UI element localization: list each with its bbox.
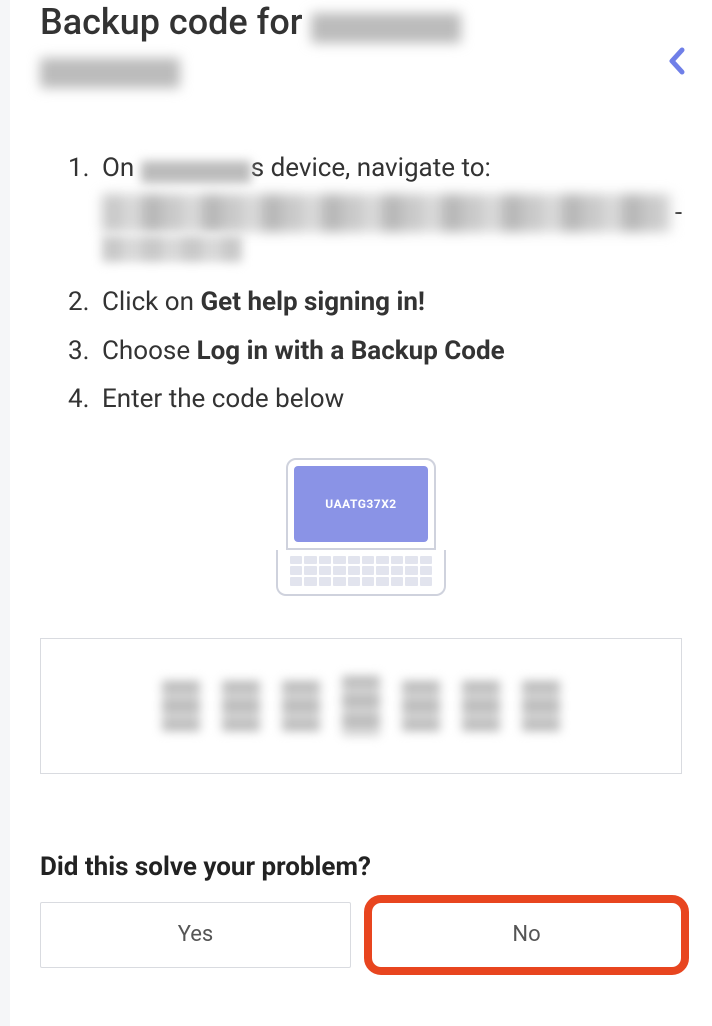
backup-code-box — [40, 638, 682, 774]
feedback-question: Did this solve your problem? — [40, 852, 682, 882]
redacted-name-1: xxxxxx — [311, 13, 461, 43]
feedback-section: Did this solve your problem? Yes No — [40, 852, 682, 968]
chevron-left-icon[interactable] — [666, 46, 688, 80]
step2-bold: Get help signing in! — [200, 287, 425, 317]
instruction-list: On xxxs device, navigate to: - Click on … — [40, 150, 682, 418]
redacted-student-name: xxx — [141, 161, 251, 183]
redacted-url-line1 — [102, 194, 671, 232]
redacted-code-digit — [162, 681, 200, 731]
step1-suffix: s device, navigate to: — [251, 153, 491, 183]
backup-code-panel: Backup code for xxxxxx xxxxxx On xxxs de… — [10, 0, 712, 1026]
step1-prefix: On — [102, 153, 141, 183]
step3-bold: Log in with a Backup Code — [197, 336, 505, 366]
header-row: Backup code for xxxxxx xxxxxx — [40, 0, 682, 90]
step2-prefix: Click on — [102, 287, 200, 317]
step-3: Choose Log in with a Backup Code — [68, 333, 682, 369]
url-dash: - — [675, 194, 682, 232]
laptop-keyboard-icon — [290, 556, 432, 586]
redacted-code-digit — [222, 681, 260, 731]
step1-url-block: - — [102, 194, 682, 272]
redacted-url-line2 — [102, 236, 242, 262]
step-2: Click on Get help signing in! — [68, 284, 682, 320]
feedback-buttons: Yes No — [40, 902, 682, 968]
redacted-code-digit — [282, 681, 320, 731]
redacted-code-digit — [522, 681, 560, 731]
laptop-screen-code: UAATG37X2 — [294, 466, 428, 542]
redacted-code-digit — [402, 681, 440, 731]
no-button[interactable]: No — [371, 902, 682, 968]
redacted-code-digit — [342, 676, 380, 736]
laptop-illustration: UAATG37X2 — [40, 458, 682, 596]
step3-prefix: Choose — [102, 336, 197, 366]
step4-text: Enter the code below — [102, 384, 344, 414]
yes-button[interactable]: Yes — [40, 902, 351, 968]
redacted-name-2: xxxxxx — [40, 58, 180, 88]
redacted-code-digit — [462, 681, 500, 731]
title-prefix: Backup code for — [40, 1, 311, 43]
step-4: Enter the code below — [68, 381, 682, 417]
step-1: On xxxs device, navigate to: - — [68, 150, 682, 272]
page-title: Backup code for xxxxxx xxxxxx — [40, 0, 666, 90]
